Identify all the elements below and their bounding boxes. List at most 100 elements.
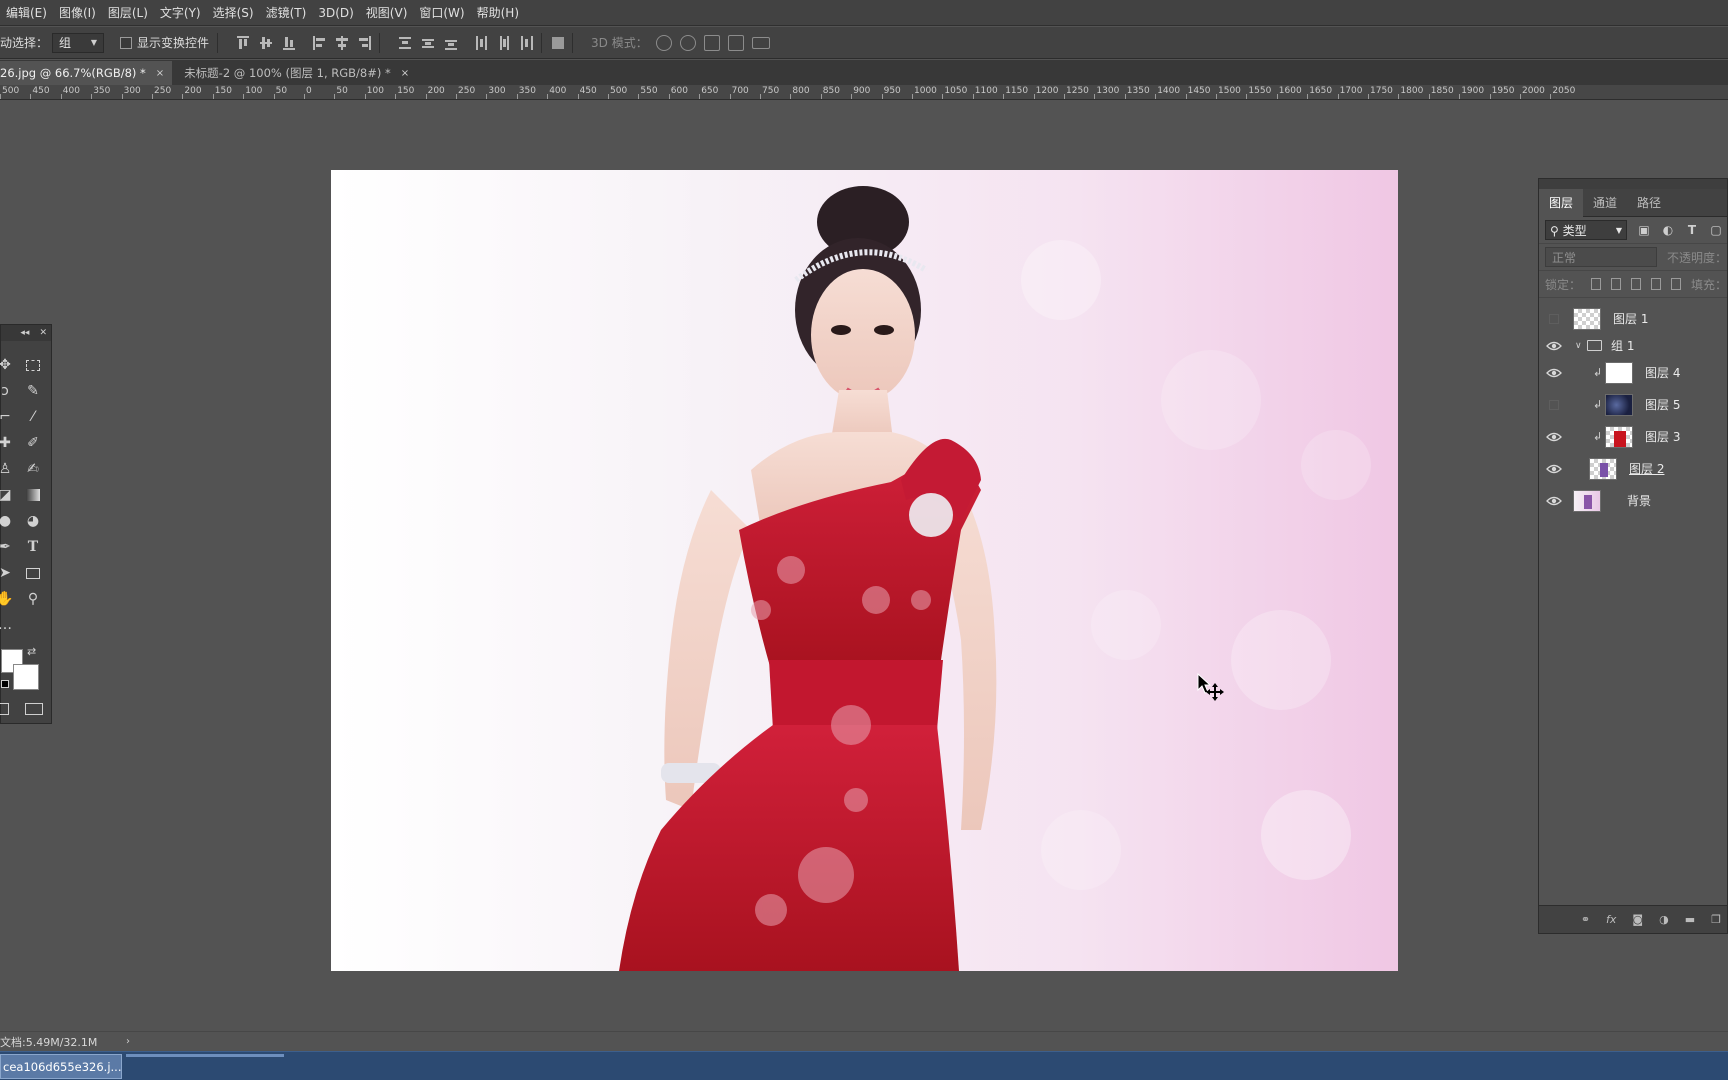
show-transform-checkbox[interactable] bbox=[120, 36, 133, 49]
lock-pixels-icon[interactable] bbox=[1611, 278, 1622, 290]
menu-select[interactable]: 选择(S) bbox=[207, 4, 260, 21]
tab-paths[interactable]: 路径 bbox=[1627, 189, 1671, 217]
3d-slide-icon[interactable] bbox=[727, 34, 744, 51]
menu-view[interactable]: 视图(V) bbox=[360, 4, 414, 21]
eye-icon[interactable] bbox=[1546, 367, 1562, 379]
mask-icon[interactable]: ◙ bbox=[1632, 913, 1643, 926]
tab-document-2[interactable]: 未标题-2 @ 100% (图层 1, RGB/8#) * × bbox=[172, 61, 417, 85]
eye-icon[interactable] bbox=[1546, 495, 1562, 507]
distribute-left-icon[interactable] bbox=[475, 35, 488, 50]
brush-tool-icon[interactable]: ✐ bbox=[25, 435, 41, 451]
panel-grip[interactable] bbox=[1539, 179, 1727, 189]
stamp-tool-icon[interactable]: ♙ bbox=[0, 461, 13, 477]
folder-icon[interactable]: ▬ bbox=[1685, 913, 1695, 926]
swap-colors-icon[interactable]: ⇄ bbox=[27, 645, 36, 658]
distribute-hcenter-icon[interactable] bbox=[498, 35, 510, 50]
layer-row[interactable]: 图层 2 bbox=[1539, 454, 1727, 483]
blend-mode-dropdown[interactable]: 正常 bbox=[1545, 247, 1657, 267]
background-color-swatch[interactable] bbox=[13, 664, 39, 690]
3d-roll-icon[interactable] bbox=[679, 34, 696, 51]
marquee-tool-icon[interactable] bbox=[25, 357, 41, 373]
distribute-vcenter-icon[interactable] bbox=[422, 36, 435, 50]
menu-filter[interactable]: 滤镜(T) bbox=[260, 4, 313, 21]
lasso-tool-icon[interactable]: ↄ bbox=[0, 383, 13, 399]
lock-transparent-icon[interactable] bbox=[1591, 278, 1602, 290]
tab-document-1[interactable]: 26.jpg @ 66.7%(RGB/8) * × bbox=[0, 61, 173, 85]
eraser-tool-icon[interactable]: ◪ bbox=[0, 487, 13, 503]
dodge-tool-icon[interactable]: ◕ bbox=[25, 513, 41, 529]
move-tool-icon[interactable]: ✥ bbox=[0, 357, 13, 373]
adjustment-filter-icon[interactable]: ◐ bbox=[1661, 223, 1675, 237]
fx-icon[interactable]: fx bbox=[1606, 913, 1616, 926]
pixel-filter-icon[interactable]: ▣ bbox=[1637, 223, 1651, 237]
history-brush-tool-icon[interactable]: ✍ bbox=[25, 461, 41, 477]
close-icon[interactable]: ✕ bbox=[39, 328, 47, 338]
layer-kind-filter[interactable]: ⚲ 类型 ▼ bbox=[1545, 220, 1627, 240]
link-icon[interactable]: ⚭ bbox=[1581, 913, 1590, 926]
distribute-top-icon[interactable] bbox=[399, 36, 412, 50]
crop-tool-icon[interactable]: ⌐ bbox=[0, 409, 13, 425]
eye-icon[interactable] bbox=[1546, 340, 1562, 352]
lock-all-icon[interactable] bbox=[1671, 278, 1682, 290]
menu-window[interactable]: 窗口(W) bbox=[413, 4, 470, 21]
layer-row[interactable]: ↲ 图层 3 bbox=[1539, 422, 1727, 451]
blur-tool-icon[interactable]: ● bbox=[0, 513, 13, 529]
distribute-bottom-icon[interactable] bbox=[445, 36, 458, 50]
align-bottom-icon[interactable] bbox=[283, 36, 296, 50]
hand-tool-icon[interactable]: ✋ bbox=[0, 591, 14, 607]
taskbar-item[interactable]: cea106d655e326.j... bbox=[0, 1054, 122, 1079]
chevron-down-icon[interactable]: ∨ bbox=[1575, 341, 1582, 351]
lock-position-icon[interactable] bbox=[1631, 278, 1642, 290]
menu-type[interactable]: 文字(Y) bbox=[154, 4, 207, 21]
collapse-icon[interactable]: ◂◂ bbox=[20, 328, 29, 338]
horizontal-ruler[interactable]: 500 450 400 350 300 250 200 150 100 50 0 50 100 150 20… bbox=[0, 85, 1728, 100]
align-left-icon[interactable] bbox=[313, 35, 326, 50]
more-tools-icon[interactable]: … bbox=[0, 617, 13, 633]
healing-tool-icon[interactable]: ✚ bbox=[0, 435, 13, 451]
default-colors-icon[interactable] bbox=[1, 680, 9, 688]
close-icon[interactable]: × bbox=[401, 68, 409, 79]
layer-row[interactable]: 背景 bbox=[1539, 486, 1727, 515]
tab-layers[interactable]: 图层 bbox=[1539, 188, 1584, 217]
rectangle-tool-icon[interactable] bbox=[25, 565, 41, 581]
type-tool-icon[interactable]: T bbox=[25, 539, 41, 555]
eye-icon[interactable] bbox=[1546, 431, 1562, 443]
menu-layer[interactable]: 图层(L) bbox=[102, 4, 154, 21]
3d-rotate-icon[interactable] bbox=[655, 34, 672, 51]
adjustment-icon[interactable]: ◑ bbox=[1659, 913, 1669, 926]
quick-mask-icon[interactable] bbox=[0, 703, 9, 715]
new-layer-icon[interactable]: ❐ bbox=[1711, 913, 1721, 926]
eye-icon[interactable] bbox=[1546, 463, 1562, 475]
close-icon[interactable]: × bbox=[156, 68, 164, 79]
path-select-tool-icon[interactable]: ➤ bbox=[0, 565, 13, 581]
align-right-icon[interactable] bbox=[359, 35, 372, 50]
shape-filter-icon[interactable]: ▢ bbox=[1709, 223, 1723, 237]
visibility-toggle[interactable] bbox=[1546, 313, 1562, 325]
layer-row[interactable]: ↲ 图层 4 bbox=[1539, 358, 1727, 387]
align-hcenter-icon[interactable] bbox=[336, 35, 349, 50]
3d-scale-icon[interactable] bbox=[751, 36, 770, 49]
3d-drag-icon[interactable] bbox=[703, 34, 720, 51]
screen-mode-icon[interactable] bbox=[25, 703, 43, 715]
distribute-right-icon[interactable] bbox=[521, 35, 534, 50]
eyedropper-tool-icon[interactable]: ⁄ bbox=[25, 409, 41, 425]
pen-tool-icon[interactable]: ✒ bbox=[0, 539, 13, 555]
lock-artboard-icon[interactable] bbox=[1651, 278, 1662, 290]
gradient-tool-icon[interactable] bbox=[25, 487, 41, 503]
align-vcenter-icon[interactable] bbox=[260, 36, 273, 50]
chevron-right-icon[interactable]: › bbox=[126, 1036, 130, 1047]
menu-help[interactable]: 帮助(H) bbox=[471, 4, 525, 21]
document-canvas[interactable] bbox=[331, 170, 1398, 971]
tab-channels[interactable]: 通道 bbox=[1583, 189, 1627, 217]
zoom-tool-icon[interactable]: ⚲ bbox=[25, 591, 41, 607]
menu-image[interactable]: 图像(I) bbox=[53, 4, 102, 21]
align-top-icon[interactable] bbox=[237, 35, 250, 50]
layer-group-row[interactable]: ∨ 组 1 bbox=[1539, 331, 1727, 360]
quick-select-tool-icon[interactable]: ✎ bbox=[25, 383, 41, 399]
type-filter-icon[interactable]: T bbox=[1685, 223, 1699, 237]
visibility-toggle[interactable] bbox=[1546, 399, 1562, 411]
auto-align-icon[interactable] bbox=[552, 36, 565, 50]
layer-row[interactable]: ↲ 图层 5 bbox=[1539, 390, 1727, 419]
menu-3d[interactable]: 3D(D) bbox=[312, 6, 359, 20]
auto-select-dropdown[interactable]: 组 ▼ bbox=[52, 32, 105, 53]
